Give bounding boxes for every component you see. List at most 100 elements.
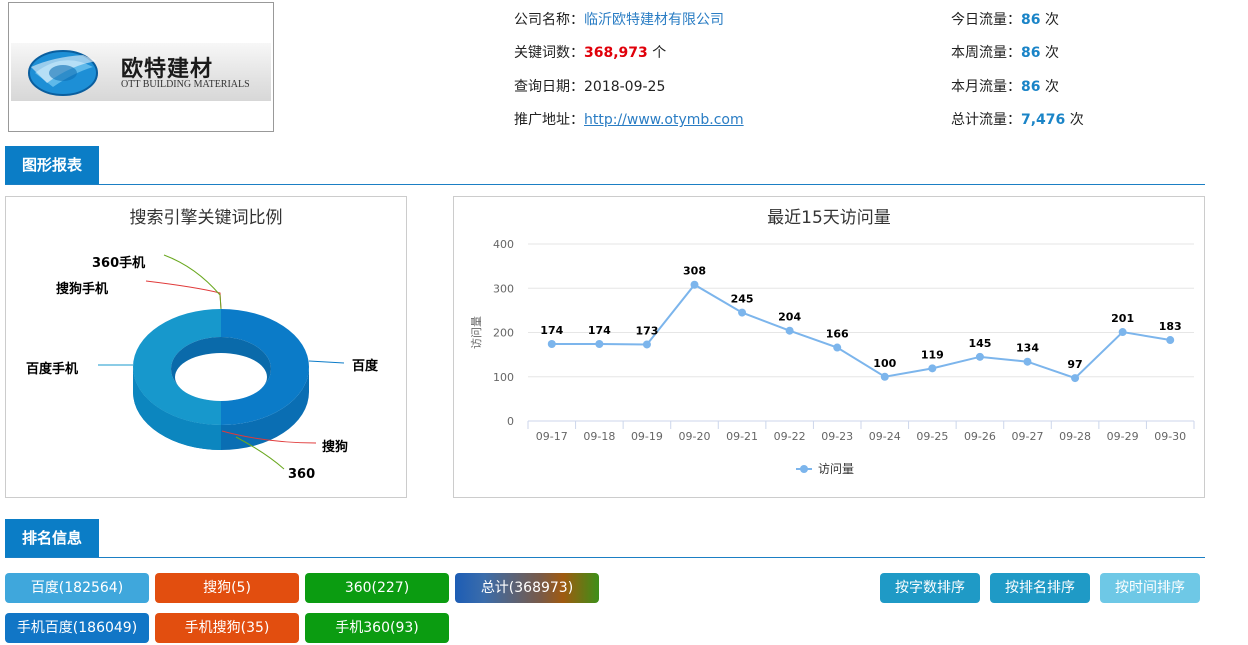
query-date-label: 查询日期：	[514, 79, 584, 95]
total-traffic-row: 总计流量：7,476 次	[951, 109, 1084, 129]
legend-label[interactable]: 访问量	[818, 462, 854, 476]
label-360: 360	[288, 467, 315, 482]
data-label: 97	[1067, 358, 1082, 371]
promo-url-row: 推广地址：http://www.otymb.com	[514, 109, 744, 129]
data-label: 183	[1159, 320, 1182, 333]
mobile-sogou-count-button[interactable]: 手机搜狗(35)	[155, 613, 299, 643]
leader-line-sogou-mobile	[145, 280, 222, 310]
data-point[interactable]	[738, 308, 747, 317]
x-tick-label: 09-20	[679, 430, 711, 443]
data-label: 174	[588, 324, 611, 337]
logo-banner: 欧特建材 OTT BUILDING MATERIALS	[11, 43, 271, 101]
keyword-count-unit: 个	[652, 45, 667, 61]
data-label: 308	[683, 265, 706, 278]
x-tick-label: 09-29	[1107, 430, 1139, 443]
today-traffic-unit: 次	[1044, 12, 1059, 28]
data-label: 100	[873, 357, 896, 370]
data-point[interactable]	[690, 280, 699, 289]
promo-url-label: 推广地址：	[514, 112, 584, 128]
data-point[interactable]	[785, 326, 794, 335]
month-traffic-unit: 次	[1044, 79, 1059, 95]
360-count-button[interactable]: 360(227)	[305, 573, 449, 603]
tab-ranking-info[interactable]: 排名信息	[5, 519, 99, 557]
x-tick-label: 09-27	[1012, 430, 1044, 443]
company-name-row: 公司名称：临沂欧特建材有限公司	[514, 9, 724, 29]
globe-icon	[28, 50, 98, 96]
y-tick-label: 400	[493, 238, 514, 251]
label-baidu: 百度	[352, 358, 379, 374]
report-section-header: 图形报表	[5, 146, 1205, 185]
data-point[interactable]	[1023, 357, 1032, 366]
donut-hole	[175, 353, 267, 401]
data-label: 174	[540, 324, 563, 337]
sogou-count-button[interactable]: 搜狗(5)	[155, 573, 299, 603]
label-360-mobile: 360手机	[92, 255, 145, 271]
query-date-row: 查询日期：2018-09-25	[514, 76, 665, 96]
data-point[interactable]	[975, 352, 984, 361]
x-tick-label: 09-19	[631, 430, 663, 443]
week-traffic-value: 86	[1021, 45, 1041, 61]
x-tick-label: 09-26	[964, 430, 996, 443]
week-traffic-unit: 次	[1044, 45, 1059, 61]
y-tick-label: 300	[493, 282, 514, 295]
keyword-count-value: 368,973	[584, 45, 648, 61]
data-label: 134	[1016, 342, 1039, 355]
mobile-360-count-button[interactable]: 手机360(93)	[305, 613, 449, 643]
keyword-count-label: 关键词数：	[514, 45, 584, 61]
data-point[interactable]	[1166, 336, 1175, 345]
label-sogou-mobile: 搜狗手机	[56, 281, 108, 297]
leader-line-baidu	[308, 360, 345, 364]
mobile-baidu-count-button[interactable]: 手机百度(186049)	[5, 613, 149, 643]
data-point[interactable]	[642, 340, 651, 349]
sort-by-rank-button[interactable]: 按排名排序	[990, 573, 1090, 603]
company-name-label: 公司名称：	[514, 12, 584, 28]
data-label: 166	[826, 328, 849, 341]
visits-panel: 最近15天访问量 0 100 200 300 400 访问量 09-17 09-18 09-19…	[453, 196, 1205, 498]
logo-name-en: OTT BUILDING MATERIALS	[121, 79, 250, 90]
tab-graph-report[interactable]: 图形报表	[5, 146, 99, 184]
keyword-ratio-panel: 搜索引擎关键词比例 360手机 搜狗手机 百度手机 百度 搜狗 360	[5, 196, 407, 498]
data-point[interactable]	[595, 340, 604, 349]
x-tick-label: 09-21	[726, 430, 758, 443]
y-tick-label: 100	[493, 371, 514, 384]
data-label: 119	[921, 348, 944, 361]
total-count-button[interactable]: 总计(368973)	[455, 573, 599, 603]
today-traffic-label: 今日流量：	[951, 12, 1021, 28]
data-label: 145	[968, 337, 991, 350]
leader-line-360-mobile	[163, 254, 222, 310]
month-traffic-row: 本月流量：86 次	[951, 76, 1059, 96]
sort-by-time-button[interactable]: 按时间排序	[1100, 573, 1200, 603]
promo-url-link[interactable]: http://www.otymb.com	[584, 112, 744, 128]
keyword-count-row: 关键词数：368,973 个	[514, 42, 666, 62]
baidu-count-button[interactable]: 百度(182564)	[5, 573, 149, 603]
company-name-link[interactable]: 临沂欧特建材有限公司	[584, 12, 724, 28]
data-label: 204	[778, 311, 801, 324]
sort-by-chars-button[interactable]: 按字数排序	[880, 573, 980, 603]
label-baidu-mobile: 百度手机	[26, 361, 78, 377]
month-traffic-label: 本月流量：	[951, 79, 1021, 95]
today-traffic-row: 今日流量：86 次	[951, 9, 1059, 29]
data-label: 201	[1111, 312, 1134, 325]
total-traffic-unit: 次	[1069, 112, 1084, 128]
x-tick-label: 09-22	[774, 430, 806, 443]
data-point[interactable]	[1071, 374, 1080, 383]
donut-chart: 360手机 搜狗手机 百度手机 百度 搜狗 360	[26, 254, 379, 482]
data-point[interactable]	[880, 372, 889, 381]
total-traffic-label: 总计流量：	[951, 112, 1021, 128]
y-tick-label: 200	[493, 327, 514, 340]
legend-marker	[800, 465, 808, 473]
data-point[interactable]	[1118, 328, 1127, 337]
week-traffic-label: 本周流量：	[951, 45, 1021, 61]
data-point[interactable]	[833, 343, 842, 352]
data-point[interactable]	[547, 340, 556, 349]
data-label: 245	[731, 293, 754, 306]
x-tick-label: 09-28	[1059, 430, 1091, 443]
x-tick-label: 09-17	[536, 430, 568, 443]
label-sogou: 搜狗	[322, 439, 348, 455]
month-traffic-value: 86	[1021, 79, 1041, 95]
data-point[interactable]	[928, 364, 937, 373]
x-tick-label: 09-30	[1154, 430, 1186, 443]
x-tick-label: 09-24	[869, 430, 901, 443]
total-traffic-value: 7,476	[1021, 112, 1066, 128]
x-tick-label: 09-18	[583, 430, 615, 443]
